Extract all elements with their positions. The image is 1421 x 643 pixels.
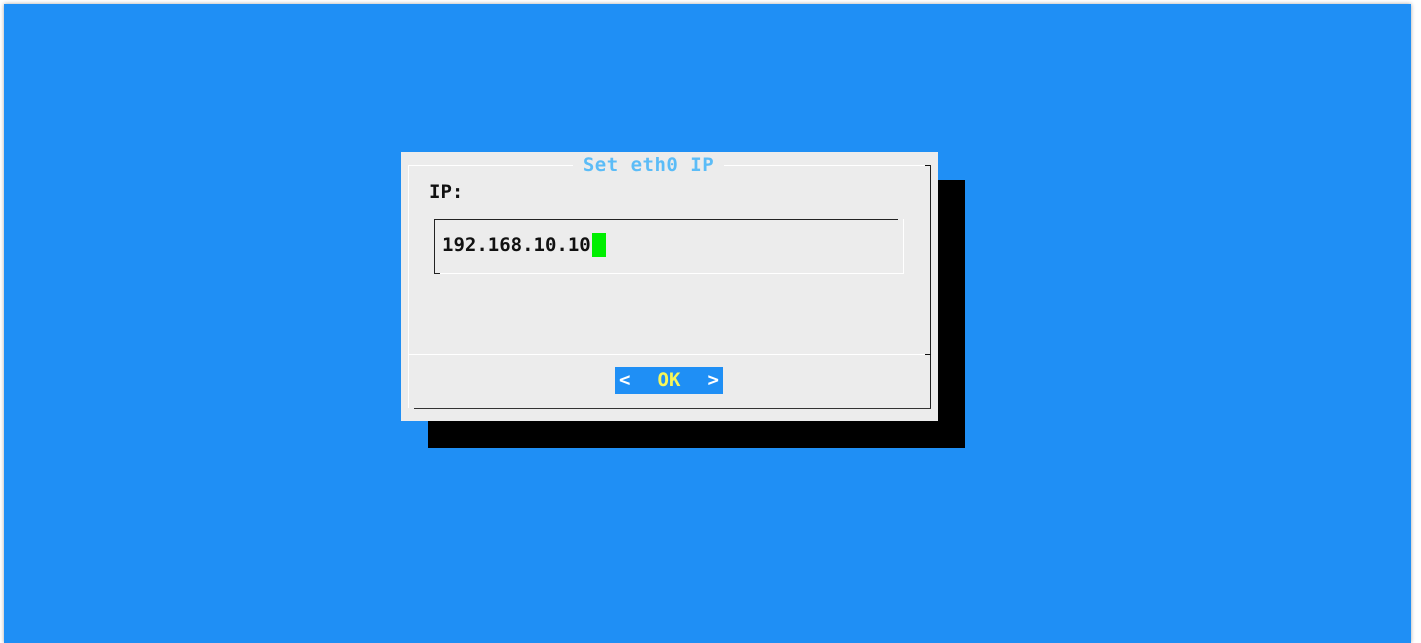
ip-dialog: Set eth0 IP IP: 192.168.10.10 < OK > — [401, 152, 938, 421]
terminal-screen: Set eth0 IP IP: 192.168.10.10 < OK > — [4, 4, 1411, 643]
ip-input-value[interactable]: 192.168.10.10 — [442, 233, 591, 257]
ip-input[interactable]: 192.168.10.10 — [434, 219, 904, 274]
dialog-border-top-left — [408, 165, 573, 166]
ok-button-label: OK — [657, 369, 681, 391]
ip-input-value-row[interactable]: 192.168.10.10 — [442, 233, 606, 257]
dialog-border-left — [408, 165, 409, 408]
input-border-bottom — [440, 273, 904, 274]
ok-button-left-bracket: < — [619, 369, 631, 391]
button-separator — [408, 354, 926, 355]
input-border-right — [903, 219, 904, 273]
text-cursor — [591, 233, 606, 257]
input-border-top — [434, 219, 898, 220]
ok-button-right-bracket: > — [707, 369, 719, 391]
button-separator-tick — [925, 354, 931, 355]
dialog-border-right — [930, 165, 931, 408]
input-border-left — [434, 219, 435, 273]
dialog-border-bottom — [414, 408, 931, 409]
dialog-border-top-right — [724, 165, 931, 166]
ip-field-label: IP: — [429, 181, 464, 203]
dialog-title: Set eth0 IP — [582, 154, 715, 176]
ok-button[interactable]: < OK > — [615, 367, 723, 394]
